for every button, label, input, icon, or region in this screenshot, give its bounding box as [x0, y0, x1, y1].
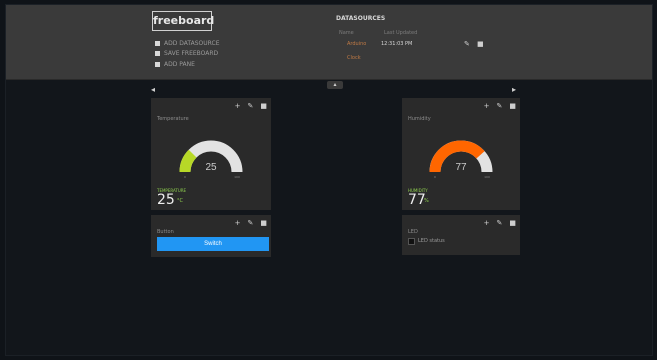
delete-icon[interactable]: ■	[509, 219, 516, 227]
edit-icon[interactable]: ✎	[497, 219, 503, 227]
nav-label: SAVE FREEBOARD	[164, 50, 219, 57]
datasource-name-clock[interactable]: Clock	[347, 55, 361, 61]
edit-icon[interactable]: ✎	[497, 102, 503, 110]
edit-icon[interactable]: ✎	[248, 219, 254, 227]
pane-title: Button	[157, 229, 174, 235]
pane-title: Humidity	[408, 116, 431, 122]
header-panel: freeboard ADD DATASOURCE SAVE FREEBOARD …	[6, 5, 652, 79]
gauge-svg: 77 0 100	[429, 140, 493, 179]
save-freeboard-link[interactable]: SAVE FREEBOARD	[155, 50, 235, 57]
edit-icon[interactable]: ✎	[248, 102, 254, 110]
add-datasource-link[interactable]: ADD DATASOURCE	[155, 40, 235, 47]
pane-button: + ✎ ■ Button Switch	[151, 215, 271, 257]
add-widget-icon[interactable]: +	[484, 219, 490, 227]
datasource-last-updated: 12:31:03 PM	[381, 41, 413, 47]
datasources-title: DATASOURCES	[336, 15, 386, 22]
pane-tools: + ✎ ■	[484, 219, 516, 227]
nav-label: ADD PANE	[164, 61, 195, 68]
add-widget-icon[interactable]: +	[235, 219, 241, 227]
gauge-fill	[179, 149, 197, 173]
column-header-name: Name	[339, 30, 354, 36]
gauge-humidity: 77 0 100	[421, 130, 501, 180]
nav-label: ADD DATASOURCE	[164, 40, 220, 47]
plus-icon	[155, 41, 160, 46]
pane-tools: + ✎ ■	[235, 219, 267, 227]
pane-title: LED	[408, 229, 418, 235]
delete-icon[interactable]: ■	[260, 102, 267, 110]
delete-icon[interactable]: ■	[260, 219, 267, 227]
datasource-name-arduino[interactable]: Arduino	[347, 41, 366, 47]
temperature-value: 25	[157, 192, 175, 208]
pane-tools: + ✎ ■	[484, 102, 516, 110]
gauge-temperature: 25 0 100	[171, 130, 251, 180]
delete-icon[interactable]: ■	[477, 40, 484, 48]
add-widget-icon[interactable]: +	[235, 102, 241, 110]
save-icon	[155, 51, 160, 56]
divider	[6, 79, 652, 80]
pane-temperature: + ✎ ■ Temperature 25 0 100 TEMPERATURE 2…	[151, 98, 271, 210]
switch-button[interactable]: Switch	[157, 237, 269, 251]
toggle-header-tab[interactable]: ▴	[327, 81, 343, 89]
gauge-min: 0	[184, 175, 186, 179]
led-indicator	[408, 238, 415, 245]
gauge-svg: 25 0 100	[179, 140, 243, 179]
freeboard-logo: freeboard	[152, 11, 214, 31]
gauge-value: 77	[455, 162, 467, 173]
gauge-min: 0	[434, 175, 436, 179]
column-header-last-updated: Last Updated	[384, 30, 418, 36]
add-pane-link[interactable]: ADD PANE	[155, 61, 235, 68]
column-expand-icon[interactable]: ▸	[512, 85, 516, 94]
led-status-label: LED status	[418, 238, 445, 244]
column-shrink-icon[interactable]: ◂	[151, 85, 155, 94]
pane-tools: + ✎ ■	[235, 102, 267, 110]
delete-icon[interactable]: ■	[509, 102, 516, 110]
temperature-unit: °C	[177, 198, 183, 204]
pane-humidity: + ✎ ■ Humidity 77 0 100 HUMIDITY 77 %	[402, 98, 520, 210]
gauge-max: 100	[484, 175, 490, 179]
pane-led: + ✎ ■ LED LED status	[402, 215, 520, 255]
add-widget-icon[interactable]: +	[484, 102, 490, 110]
gauge-max: 100	[234, 175, 240, 179]
gauge-value: 25	[205, 162, 217, 173]
pane-title: Temperature	[157, 116, 189, 122]
plus-icon	[155, 62, 160, 67]
humidity-unit: %	[424, 198, 429, 204]
edit-icon[interactable]: ✎	[464, 40, 470, 48]
freeboard-app: freeboard ADD DATASOURCE SAVE FREEBOARD …	[5, 4, 653, 356]
